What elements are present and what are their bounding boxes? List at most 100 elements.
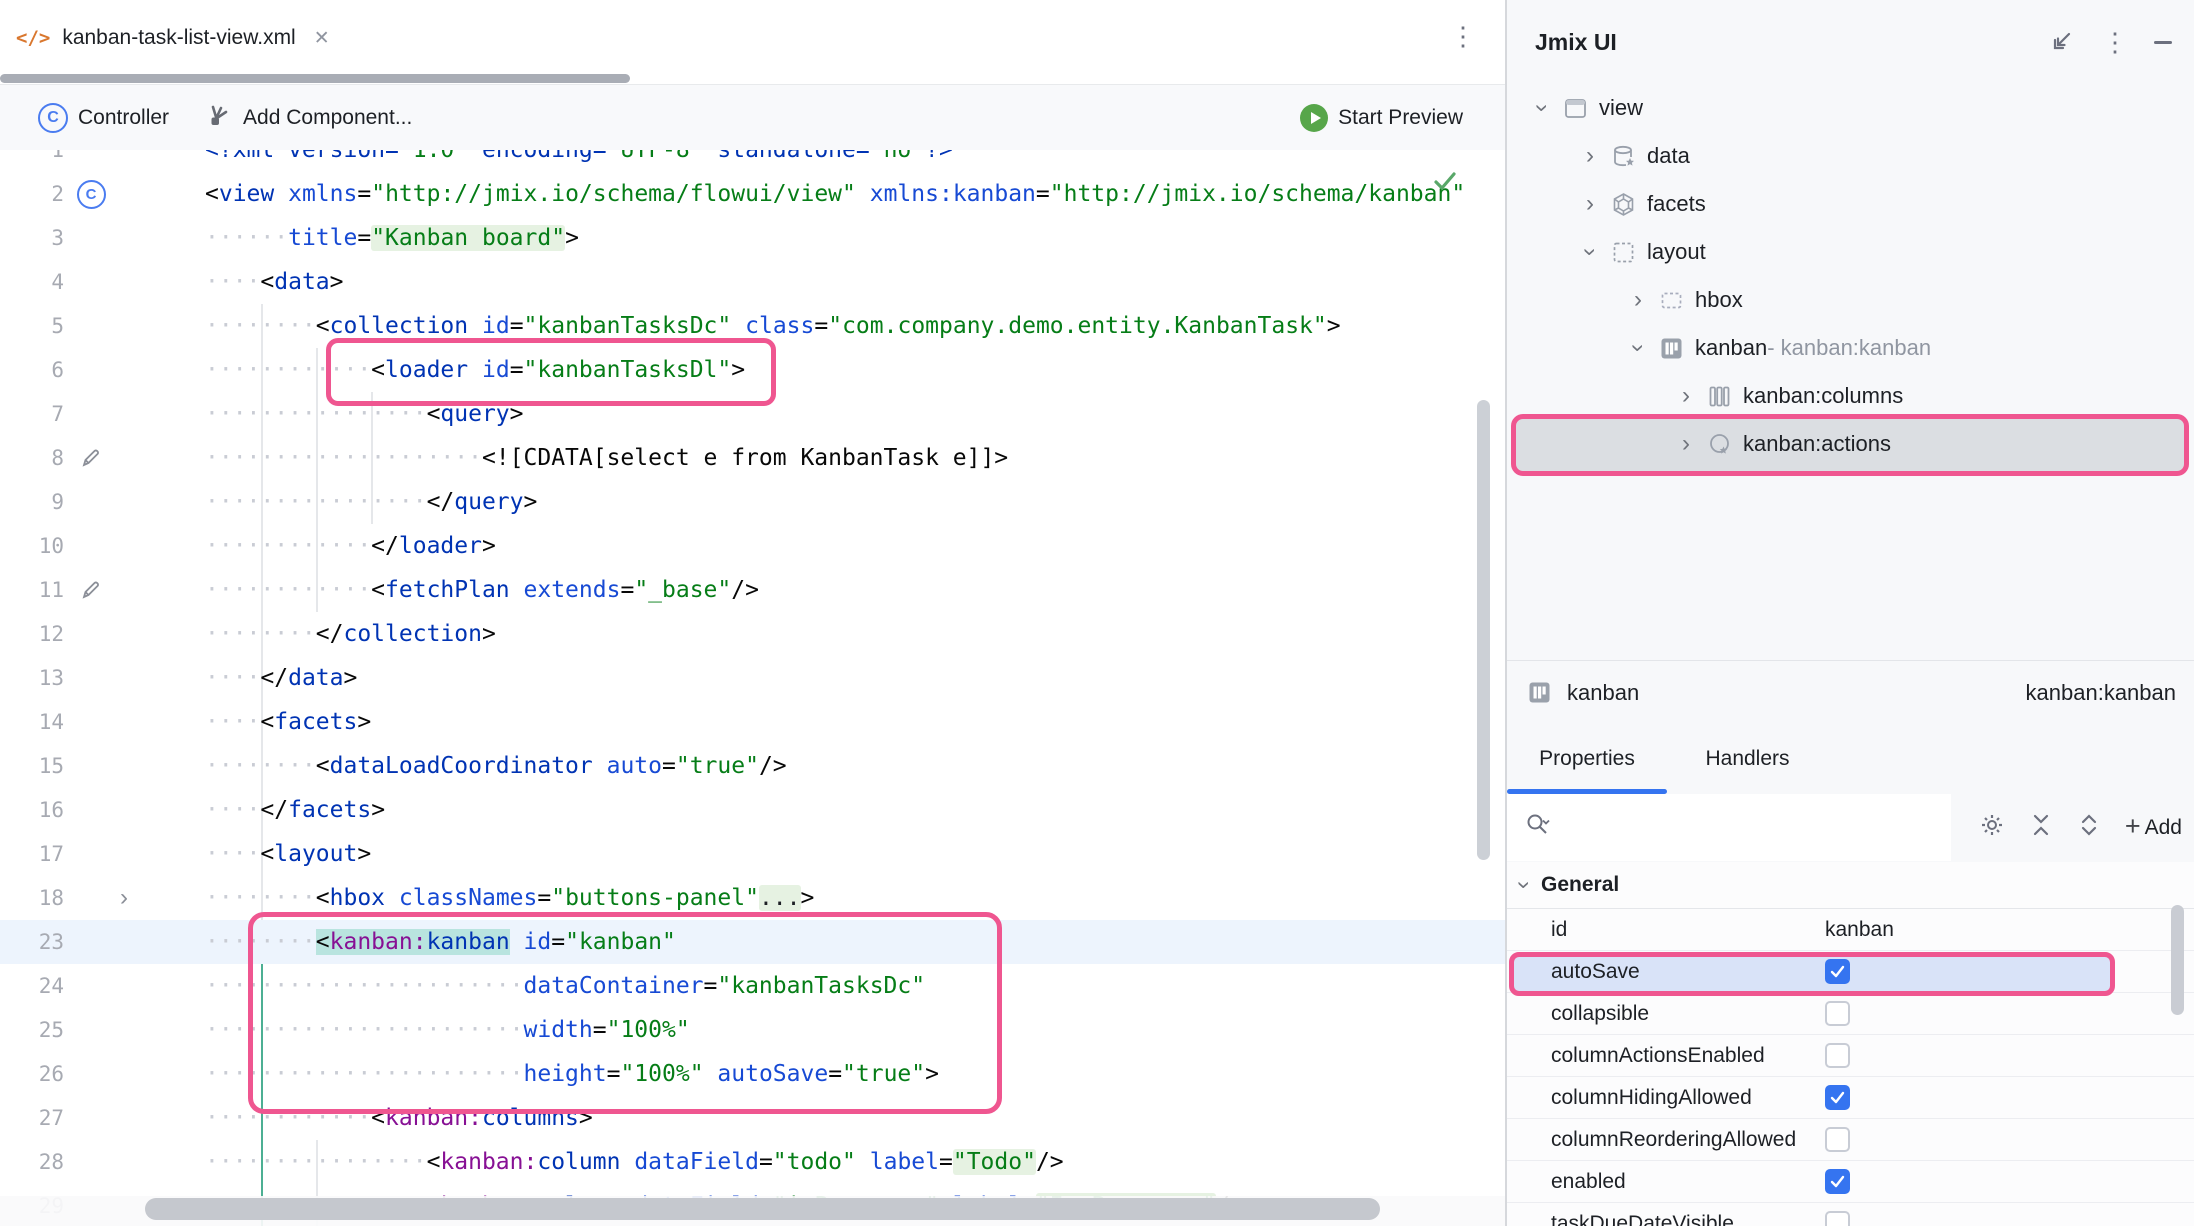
chevron-down-icon[interactable]: › xyxy=(1624,333,1652,363)
code-line[interactable]: 13 ····</data> xyxy=(0,656,1505,700)
panel-options-kebab-icon[interactable]: ⋮ xyxy=(2102,27,2128,58)
edit-gutter-icon[interactable] xyxy=(72,436,110,480)
code-text: ············</loader> xyxy=(205,533,496,559)
property-row-columnActionsEnabled[interactable]: columnActionsEnabled xyxy=(1507,1035,2194,1077)
tree-item-kanban-actions[interactable]: › kanban:actions xyxy=(1507,420,2194,468)
line-number: 10 xyxy=(38,534,64,558)
controller-gutter-icon[interactable]: C xyxy=(72,172,110,216)
property-value[interactable]: kanban xyxy=(1825,918,1894,942)
dock-panel-icon[interactable] xyxy=(2050,27,2076,58)
line-number: 15 xyxy=(38,754,64,778)
property-row-autoSave[interactable]: autoSave xyxy=(1507,951,2194,996)
code-line[interactable]: 16 ····</facets> xyxy=(0,788,1505,832)
tree-item-view[interactable]: › view xyxy=(1507,84,2194,132)
vertical-scrollbar[interactable] xyxy=(1477,400,1490,860)
tree-item-label: data xyxy=(1647,143,1690,168)
tab-title: kanban-task-list-view.xml xyxy=(62,26,296,49)
code-line[interactable]: 12 ········</collection> xyxy=(0,612,1505,656)
line-number: 27 xyxy=(38,1106,64,1130)
property-row-columnReorderingAllowed[interactable]: columnReorderingAllowed xyxy=(1507,1119,2194,1161)
tree-item-kanban[interactable]: › kanban - kanban:kanban xyxy=(1507,324,2194,372)
chevron-right-icon[interactable]: › xyxy=(1575,142,1605,170)
chevron-down-icon: › xyxy=(1511,881,1538,889)
property-row-columnHidingAllowed[interactable]: columnHidingAllowed xyxy=(1507,1077,2194,1119)
tree-item-facets[interactable]: › facets xyxy=(1507,180,2194,228)
property-row-taskDueDateVisible[interactable]: taskDueDateVisible xyxy=(1507,1203,2194,1226)
kanban-component-icon xyxy=(1521,679,1557,706)
search-icon xyxy=(1523,810,1553,845)
checkbox-columnReorderingAllowed[interactable] xyxy=(1825,1127,1850,1152)
chevron-right-icon[interactable]: › xyxy=(1575,190,1605,218)
tab-properties[interactable]: Properties xyxy=(1507,724,1667,794)
code-text: ····<facets> xyxy=(205,709,372,735)
code-line[interactable]: 10 ············</loader> xyxy=(0,524,1505,568)
code-text: ····<data> xyxy=(205,269,344,295)
checkbox-collapsible[interactable] xyxy=(1825,1001,1850,1026)
chevron-right-icon[interactable]: › xyxy=(1623,286,1653,314)
edit-gutter-icon[interactable] xyxy=(72,568,110,612)
active-tab-indicator xyxy=(0,74,630,83)
annotation-box-kanban xyxy=(248,912,1002,1114)
checkbox-columnActionsEnabled[interactable] xyxy=(1825,1043,1850,1068)
settings-gear-icon[interactable] xyxy=(1979,812,2005,843)
start-preview-label: Start Preview xyxy=(1338,105,1463,129)
checkbox-columnHidingAllowed[interactable] xyxy=(1825,1085,1850,1110)
checkbox-enabled[interactable] xyxy=(1825,1169,1850,1194)
property-search-input[interactable] xyxy=(1507,794,1951,861)
tree-item-hbox[interactable]: › hbox xyxy=(1507,276,2194,324)
add-property-button[interactable]: + Add xyxy=(2125,811,2182,842)
properties-toolbar: + Add xyxy=(1507,794,2194,863)
annotation-box-loader xyxy=(326,338,776,406)
property-name: enabled xyxy=(1551,1169,1626,1193)
code-line[interactable]: 1 <?xml version="1.0" encoding="UTF-8" st… xyxy=(0,150,1505,172)
code-line[interactable]: 15 ········<dataLoadCoordinator auto="tru… xyxy=(0,744,1505,788)
chevron-right-icon[interactable]: › xyxy=(1671,382,1701,410)
checkbox-autoSave[interactable] xyxy=(1825,959,1850,984)
properties-scrollbar[interactable] xyxy=(2171,905,2184,1015)
code-text: ····<layout> xyxy=(205,841,372,867)
tab-handlers[interactable]: Handlers xyxy=(1685,724,1810,794)
chevron-down-icon[interactable]: › xyxy=(1576,237,1604,267)
code-line[interactable]: 2 C <view xmlns="http://jmix.io/schema/flo… xyxy=(0,172,1505,216)
start-preview-button[interactable]: Start Preview xyxy=(1300,85,1463,150)
code-editor[interactable]: 1 <?xml version="1.0" encoding="UTF-8" st… xyxy=(0,150,1505,1226)
code-line[interactable]: 3 ······title="Kanban board"> xyxy=(0,216,1505,260)
tree-item-label: kanban:columns xyxy=(1743,383,1904,408)
code-line[interactable]: 9 ················</query> xyxy=(0,480,1505,524)
property-name: columnReorderingAllowed xyxy=(1551,1127,1797,1151)
property-row-collapsible[interactable]: collapsible xyxy=(1507,993,2194,1035)
checkbox-taskDueDateVisible[interactable] xyxy=(1825,1211,1850,1226)
tree-item-kanban-columns[interactable]: › kanban:columns xyxy=(1507,372,2194,420)
inspection-ok-icon[interactable] xyxy=(1430,166,1460,201)
section-general[interactable]: › General xyxy=(1507,862,2194,909)
code-line[interactable]: 17 ····<layout> xyxy=(0,832,1505,876)
collapse-all-icon[interactable] xyxy=(2029,813,2053,842)
add-component-button[interactable]: Add Component... xyxy=(207,102,412,134)
code-text: ················<kanban:column dataField… xyxy=(205,1149,1064,1175)
tab-kanban-task-list-view[interactable]: </> kanban-task-list-view.xml ✕ xyxy=(16,12,330,64)
code-text: ············<fetchPlan extends="_base"/> xyxy=(205,577,759,603)
property-row-enabled[interactable]: enabled xyxy=(1507,1161,2194,1203)
property-row-id[interactable]: id kanban xyxy=(1507,909,2194,951)
editor-toolbar: C Controller Add Component... Start Prev… xyxy=(0,85,1505,151)
controller-button[interactable]: C Controller xyxy=(38,102,170,133)
expand-all-icon[interactable] xyxy=(2077,813,2101,842)
chevron-right-icon[interactable]: › xyxy=(1671,430,1701,458)
code-line[interactable]: 14 ····<facets> xyxy=(0,700,1505,744)
tree-item-data[interactable]: › data xyxy=(1507,132,2194,180)
selected-component-type: kanban:kanban xyxy=(2025,679,2176,705)
code-line[interactable]: 28 ················<kanban:column dataFie… xyxy=(0,1140,1505,1184)
line-number: 24 xyxy=(38,974,64,998)
tree-item-layout[interactable]: › layout xyxy=(1507,228,2194,276)
minimize-panel-icon[interactable] xyxy=(2154,40,2172,44)
fold-chevron-icon[interactable]: › xyxy=(110,876,138,920)
controller-label: Controller xyxy=(78,105,170,129)
chevron-down-icon[interactable]: › xyxy=(1528,93,1556,123)
editor-options-kebab-icon[interactable]: ⋮ xyxy=(1445,14,1481,58)
code-line[interactable]: 8 ····················<![CDATA[select e f… xyxy=(0,436,1505,480)
code-line[interactable]: 11 ············<fetchPlan extends="_base"… xyxy=(0,568,1505,612)
horizontal-scrollbar[interactable] xyxy=(145,1198,1380,1220)
tab-close-icon[interactable]: ✕ xyxy=(314,27,330,50)
line-number: 9 xyxy=(51,490,64,514)
code-line[interactable]: 4 ····<data> xyxy=(0,260,1505,304)
